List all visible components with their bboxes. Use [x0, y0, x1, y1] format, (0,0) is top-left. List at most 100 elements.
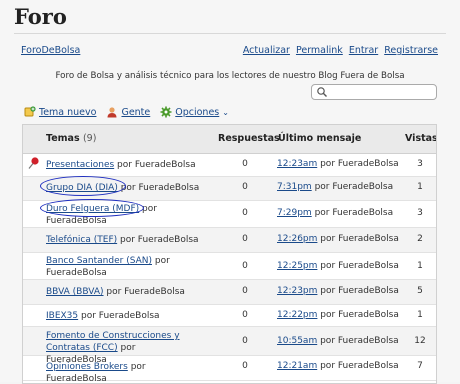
last-message-cell: 10:55am por FueradeBolsa — [277, 336, 399, 346]
topic-author: por FueradeBolsa — [120, 183, 200, 193]
gear-icon — [160, 106, 172, 118]
people-label[interactable]: Gente — [121, 107, 150, 118]
last-message-time[interactable]: 12:23am — [277, 159, 317, 169]
last-message-time[interactable]: 10:55am — [277, 336, 317, 346]
views-cell: 5 — [417, 286, 423, 296]
last-message-author: por FueradeBolsa — [320, 286, 399, 296]
table-row[interactable]: Fomento de Construcciones y Contratas (F… — [23, 327, 436, 365]
options-label[interactable]: Opciones — [175, 107, 219, 118]
topic-cell: IBEX35 por FueradeBolsa — [46, 310, 206, 322]
annotation-circle — [40, 199, 144, 217]
register-link[interactable]: Registrarse — [384, 45, 438, 56]
views-cell: 3 — [417, 208, 423, 218]
table-row[interactable]: Opiniones Brokers por FueradeBolsa 0 12:… — [23, 356, 436, 383]
last-message-author: por FueradeBolsa — [320, 234, 399, 244]
last-message-cell: 7:31pm por FueradeBolsa — [277, 182, 393, 192]
last-message-cell: 12:21am por FueradeBolsa — [277, 361, 399, 371]
views-cell: 2 — [417, 234, 423, 244]
top-links: Actualizar Permalink Entrar Registrarse — [243, 45, 438, 56]
login-link[interactable]: Entrar — [349, 45, 378, 56]
home-link[interactable]: ForoDeBolsa — [21, 45, 80, 56]
header-topics: Temas (9) — [46, 133, 97, 144]
topics-count: (9) — [82, 133, 97, 144]
forum-toolbar: Tema nuevo Gente Opciones ⌄ — [24, 106, 239, 118]
table-row[interactable]: BBVA (BBVA) por FueradeBolsa 0 12:23pm p… — [23, 280, 436, 305]
forum-description: Foro de Bolsa y análisis técnico para lo… — [55, 71, 405, 81]
views-cell: 1 — [417, 261, 423, 271]
home-link-wrap: ForoDeBolsa — [21, 45, 80, 56]
topic-cell: BBVA (BBVA) por FueradeBolsa — [46, 286, 206, 298]
topic-cell: Presentaciones por FueradeBolsa — [46, 159, 206, 171]
last-message-time[interactable]: 12:21am — [277, 361, 317, 371]
replies-cell: 0 — [242, 286, 248, 296]
last-message-time[interactable]: 12:26pm — [277, 234, 317, 244]
new-topic-label[interactable]: Tema nuevo — [39, 107, 96, 118]
new-topic-icon — [24, 106, 36, 117]
last-message-author: por FueradeBolsa — [320, 336, 399, 346]
options-button[interactable]: Opciones ⌄ — [160, 106, 229, 118]
topic-cell: Telefónica (TEF) por FueradeBolsa — [46, 234, 206, 246]
last-message-cell: 12:26pm por FueradeBolsa — [277, 234, 399, 244]
topic-link[interactable]: IBEX35 — [46, 311, 78, 321]
topic-author: por FueradeBolsa — [117, 160, 196, 170]
page-title: Foro — [14, 4, 67, 29]
last-message-cell: 12:25pm por FueradeBolsa — [277, 261, 399, 271]
table-row[interactable]: Presentaciones por FueradeBolsa 0 12:23a… — [23, 154, 436, 177]
header-replies: Respuestas — [218, 133, 280, 144]
last-message-author: por FueradeBolsa — [320, 310, 399, 320]
last-message-author: por FueradeBolsa — [314, 182, 394, 192]
topic-author: por FueradeBolsa — [81, 311, 160, 321]
last-message-author: por FueradeBolsa — [320, 159, 399, 169]
topic-link[interactable]: Telefónica (TEF) — [46, 235, 117, 245]
header-views: Vistas — [405, 133, 437, 144]
search-input[interactable] — [311, 84, 437, 100]
last-message-cell: 12:22pm por FueradeBolsa — [277, 310, 399, 320]
replies-cell: 0 — [242, 336, 248, 346]
annotation-circle — [40, 176, 126, 196]
views-cell: 1 — [417, 310, 423, 320]
person-icon — [107, 107, 117, 118]
last-message-author: por FueradeBolsa — [320, 361, 399, 371]
replies-cell: 0 — [242, 159, 248, 169]
topic-link[interactable]: Opiniones Brokers — [46, 362, 128, 372]
topic-link[interactable]: BBVA (BBVA) — [46, 287, 104, 297]
replies-cell: 0 — [242, 310, 248, 320]
last-message-time[interactable]: 12:25pm — [277, 261, 317, 271]
views-cell: 7 — [417, 361, 423, 371]
replies-cell: 0 — [242, 208, 248, 218]
table-row[interactable]: IBEX35 por FueradeBolsa 0 12:22pm por Fu… — [23, 305, 436, 327]
new-topic-button[interactable]: Tema nuevo — [24, 106, 96, 118]
last-message-cell: 12:23pm por FueradeBolsa — [277, 286, 399, 296]
last-message-author: por FueradeBolsa — [314, 208, 394, 218]
last-message-time[interactable]: 12:23pm — [277, 286, 317, 296]
search-icon — [317, 87, 327, 97]
last-message-cell: 7:29pm por FueradeBolsa — [277, 208, 393, 218]
table-header: Temas (9) Respuestas Último mensaje Vist… — [23, 125, 436, 154]
replies-cell: 0 — [242, 261, 248, 271]
last-message-time[interactable]: 7:29pm — [277, 208, 312, 218]
title-divider — [14, 33, 446, 34]
last-message-cell: 12:23am por FueradeBolsa — [277, 159, 399, 169]
topic-link[interactable]: Fomento de Construcciones y Contratas (F… — [46, 331, 180, 353]
permalink-link[interactable]: Permalink — [296, 45, 343, 56]
topic-cell: Banco Santander (SAN) por FueradeBolsa — [46, 255, 196, 279]
topic-link[interactable]: Presentaciones — [46, 160, 114, 170]
replies-cell: 0 — [242, 234, 248, 244]
topic-link[interactable]: Banco Santander (SAN) — [46, 256, 152, 266]
replies-cell: 0 — [242, 361, 248, 371]
pushpin-icon — [28, 157, 39, 169]
table-row[interactable]: Telefónica (TEF) por FueradeBolsa 0 12:2… — [23, 228, 436, 253]
last-message-time[interactable]: 7:31pm — [277, 182, 312, 192]
topic-author: por FueradeBolsa — [120, 235, 199, 245]
people-button[interactable]: Gente — [106, 106, 150, 118]
topic-author: por FueradeBolsa — [106, 287, 185, 297]
views-cell: 1 — [417, 182, 423, 192]
table-row[interactable]: Banco Santander (SAN) por FueradeBolsa 0… — [23, 253, 436, 280]
refresh-link[interactable]: Actualizar — [243, 45, 290, 56]
forum-page: Foro ForoDeBolsa Actualizar Permalink En… — [0, 0, 460, 384]
last-message-time[interactable]: 12:22pm — [277, 310, 317, 320]
views-cell: 12 — [414, 336, 426, 346]
last-message-author: por FueradeBolsa — [320, 261, 399, 271]
header-last-message: Último mensaje — [278, 133, 362, 144]
views-cell: 3 — [417, 159, 423, 169]
